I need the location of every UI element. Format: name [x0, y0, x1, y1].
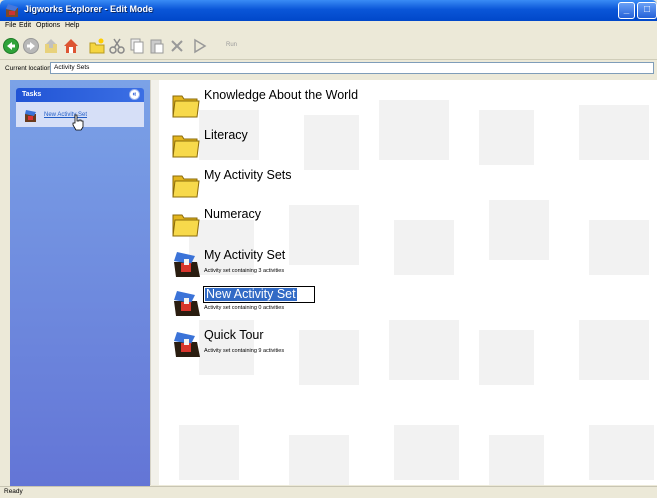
collapse-tasks-button[interactable]: «: [129, 89, 140, 100]
new-folder-button[interactable]: [88, 37, 106, 55]
maximize-button[interactable]: □: [637, 2, 657, 19]
item-name: My Activity Sets: [204, 168, 292, 182]
item-name: Literacy: [204, 128, 248, 142]
item-name: Numeracy: [204, 207, 261, 221]
minimize-button[interactable]: _: [618, 2, 635, 19]
folder-icon: [172, 95, 200, 118]
location-label: Current location:: [5, 65, 53, 72]
jigworks-app-icon: [6, 4, 18, 17]
menu-edit[interactable]: Edit: [19, 22, 31, 29]
rename-selected-text: New Activity Set: [205, 287, 297, 301]
rename-input[interactable]: New Activity Set: [203, 286, 315, 303]
paste-button[interactable]: [148, 37, 166, 55]
up-folder-icon: [45, 39, 57, 53]
copy-icon: [130, 38, 144, 54]
location-field[interactable]: Activity Sets: [50, 62, 654, 74]
toolbar: Run: [0, 33, 657, 60]
menu-options[interactable]: Options: [36, 22, 60, 29]
new-folder-icon: [89, 38, 105, 54]
up-button[interactable]: [42, 37, 60, 55]
delete-button[interactable]: [168, 37, 186, 55]
window-title: Jigworks Explorer - Edit Mode: [24, 4, 154, 14]
tasks-header: Tasks «: [16, 88, 144, 102]
status-bar: Ready: [0, 486, 657, 498]
title-bar: Jigworks Explorer - Edit Mode _ □: [0, 0, 657, 21]
status-text: Ready: [4, 488, 23, 495]
folder-icon: [172, 135, 200, 158]
folder-icon: [172, 175, 200, 198]
tasks-title: Tasks: [22, 91, 42, 98]
menu-bar: File Edit Options Help: [0, 21, 657, 33]
play-icon: [194, 38, 207, 54]
back-button[interactable]: [2, 37, 20, 55]
folder-icon: [172, 214, 200, 237]
copy-button[interactable]: [128, 37, 146, 55]
item-description: Activity set containing 9 activities: [204, 348, 285, 354]
back-arrow-icon: [3, 38, 19, 54]
scissors-icon: [109, 38, 125, 54]
item-name: Knowledge About the World: [204, 88, 359, 102]
activity-set-icon: [174, 332, 200, 357]
tasks-sidebar: Tasks « New Activity Set: [10, 80, 150, 486]
forward-arrow-icon: [23, 38, 39, 54]
menu-file[interactable]: File: [5, 22, 16, 29]
run-label: Run: [226, 42, 238, 48]
item-description: Activity set containing 3 activities: [204, 268, 285, 274]
paste-icon: [150, 39, 164, 54]
menu-help[interactable]: Help: [65, 22, 79, 29]
home-icon: [64, 39, 78, 53]
activity-set-icon: [174, 291, 200, 316]
home-button[interactable]: [62, 37, 80, 55]
activity-set-icon: [25, 110, 36, 122]
item-description: Activity set containing 0 activities: [204, 305, 285, 311]
hand-cursor-icon: [72, 114, 84, 131]
address-bar: Current location: Activity Sets: [0, 60, 657, 77]
sidebar-scrollbar[interactable]: [150, 80, 159, 485]
item-name: Quick Tour: [204, 328, 264, 342]
item-name: My Activity Set: [204, 248, 286, 262]
run-button[interactable]: [190, 37, 208, 55]
forward-button[interactable]: [22, 37, 40, 55]
item-list: Knowledge About the World Literacy My Ac…: [159, 80, 657, 485]
cut-button[interactable]: [108, 37, 126, 55]
delete-x-icon: [171, 40, 183, 52]
activity-set-icon: [174, 252, 200, 277]
